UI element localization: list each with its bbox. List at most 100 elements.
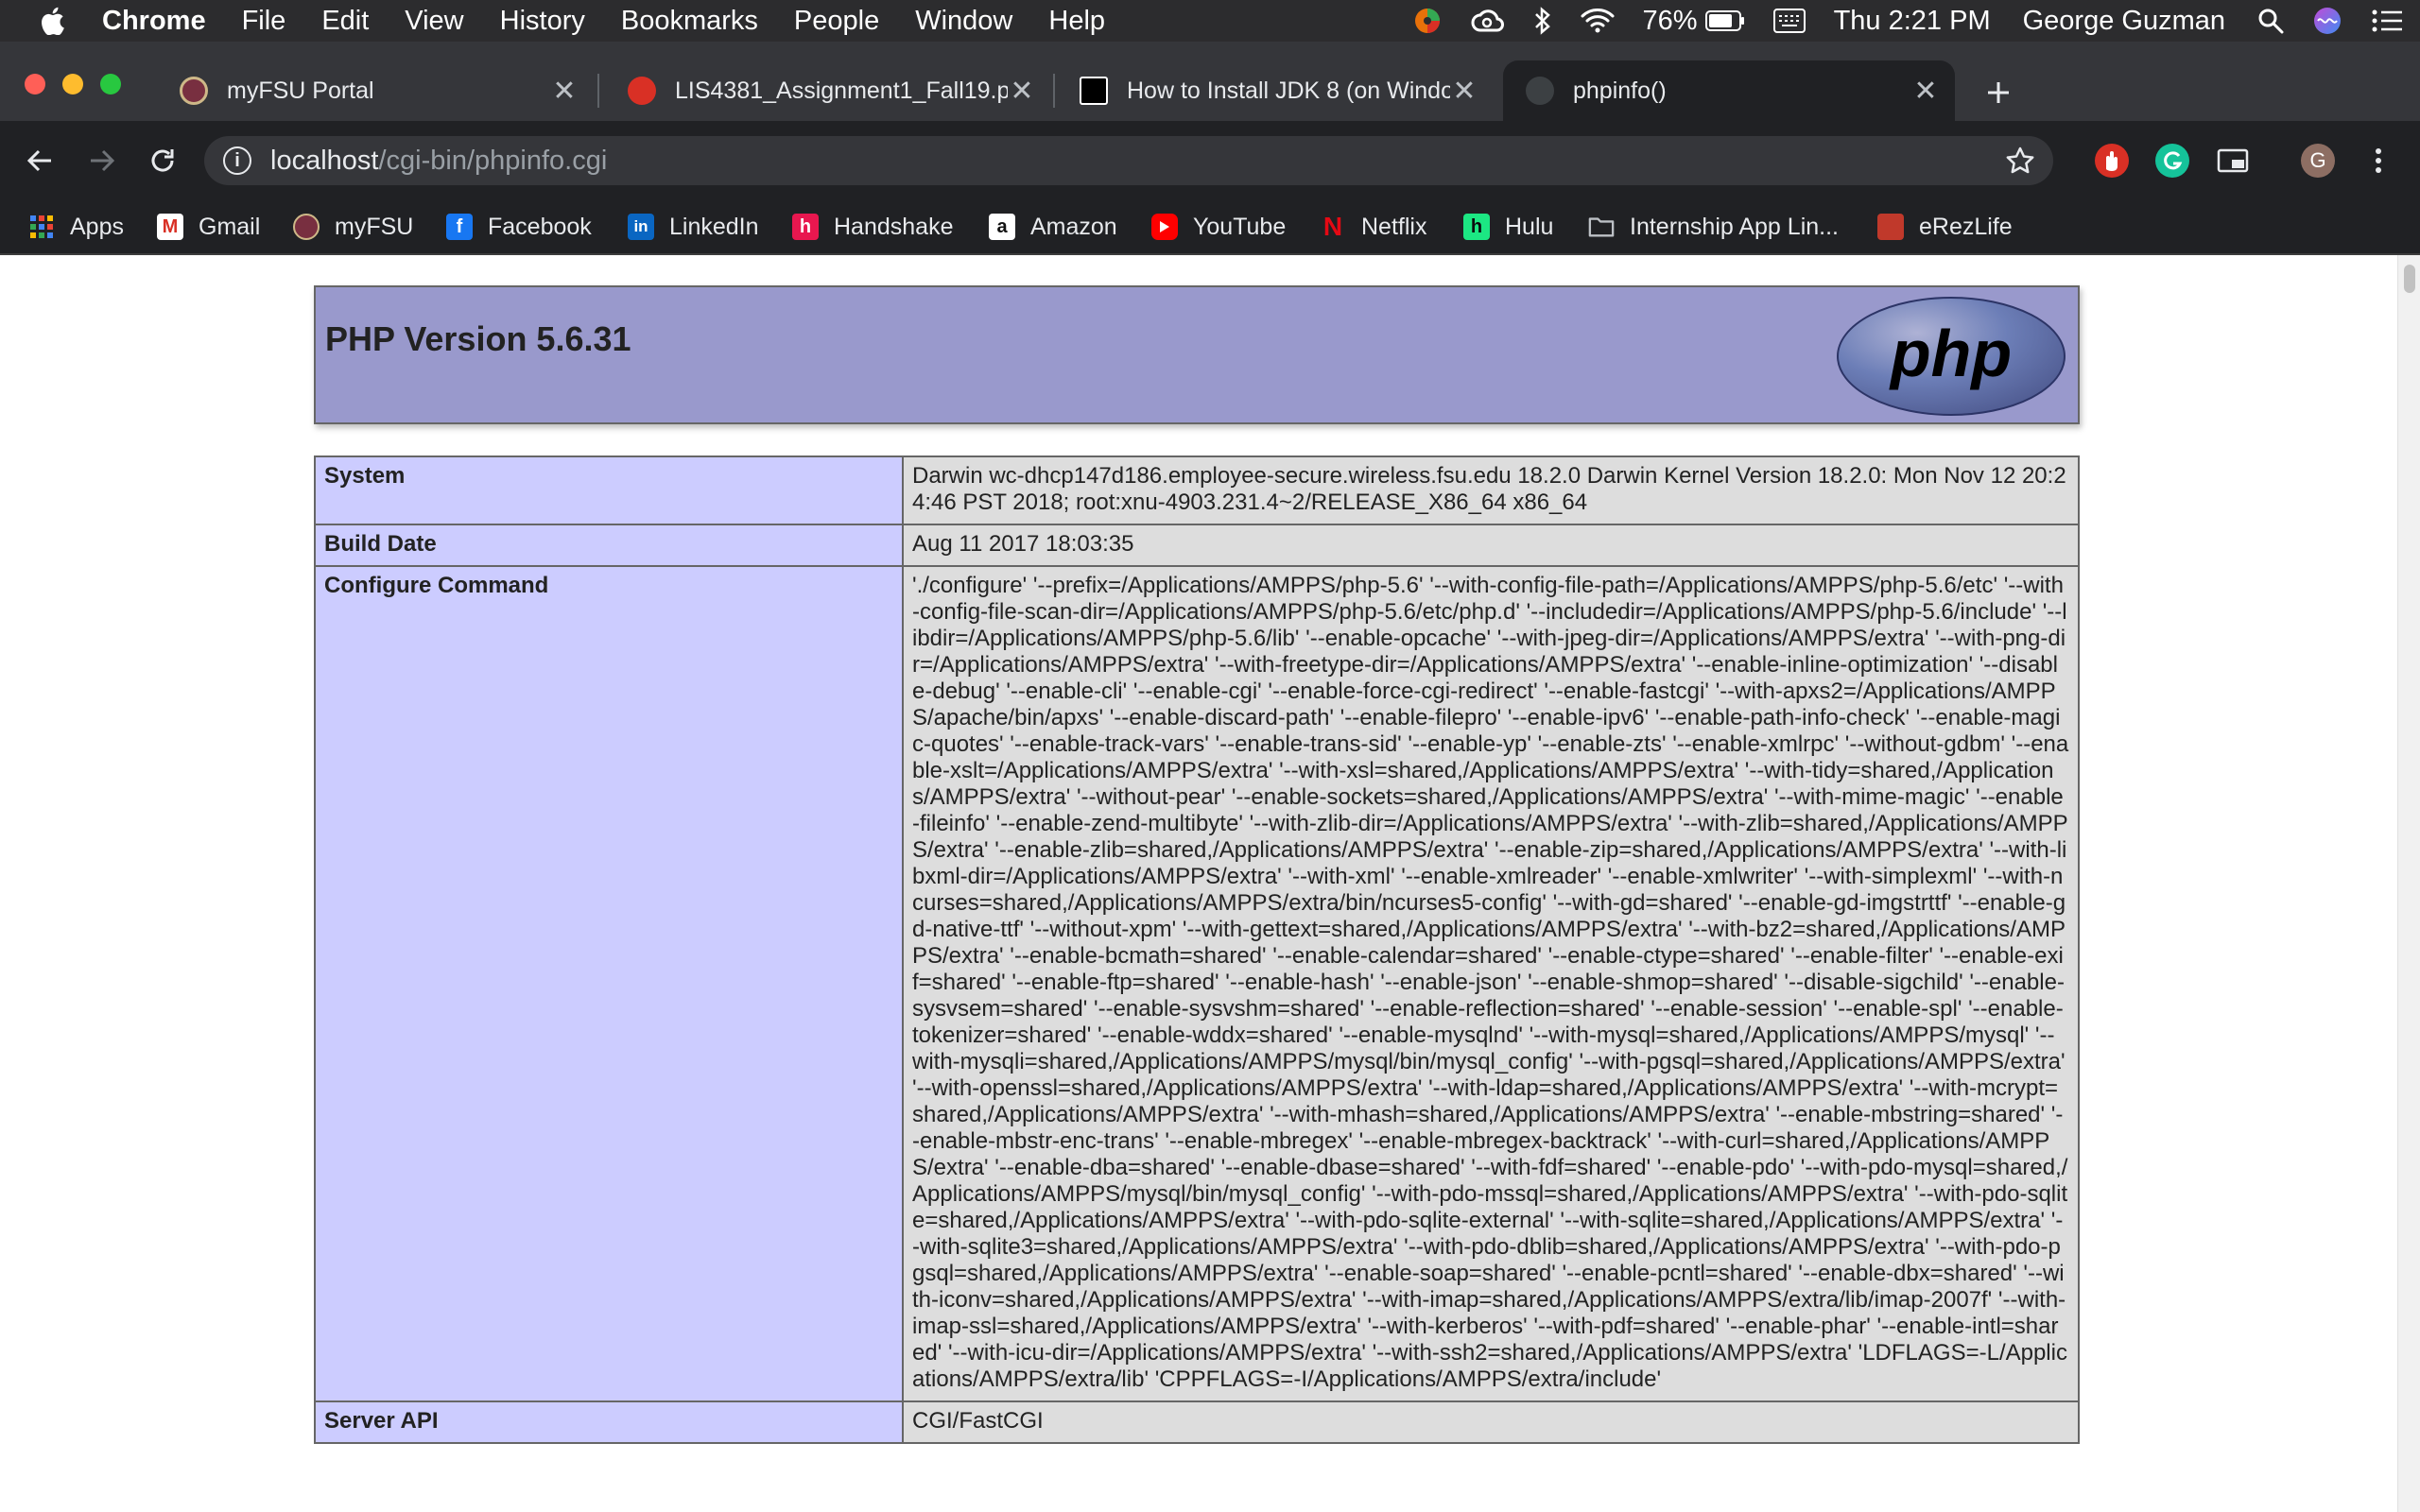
menubar-clock[interactable]: Thu 2:21 PM: [1834, 6, 1991, 37]
amazon-icon: a: [989, 214, 1015, 240]
bookmark-facebook[interactable]: f Facebook: [446, 198, 592, 255]
bookmark-label: YouTube: [1193, 213, 1287, 240]
spotlight-search-icon[interactable]: [2257, 8, 2284, 34]
bookmark-youtube[interactable]: YouTube: [1151, 198, 1286, 255]
menu-window[interactable]: Window: [915, 6, 1012, 37]
tab-title: myFSU Portal: [227, 77, 374, 104]
tab-close-icon[interactable]: ✕: [550, 76, 579, 107]
phpinfo-favicon: [1526, 77, 1554, 105]
bluetooth-icon[interactable]: [1533, 7, 1552, 35]
extension-adblock-icon[interactable]: [2095, 144, 2129, 178]
window-minimize-button[interactable]: [62, 74, 83, 94]
bookmark-label: Internship App Lin...: [1630, 213, 1839, 240]
terminal-favicon: [1080, 77, 1108, 105]
tab-title: LIS4381_Assignment1_Fall19.pdf: [675, 77, 1008, 104]
menu-help[interactable]: Help: [1048, 6, 1105, 37]
bookmark-myfsu[interactable]: myFSU: [293, 198, 413, 255]
handshake-icon: h: [792, 214, 819, 240]
tab-assignment-pdf[interactable]: LIS4381_Assignment1_Fall19.pdf ✕: [605, 60, 1051, 121]
bookmark-label: Gmail: [199, 213, 261, 240]
profile-avatar[interactable]: G: [2301, 144, 2335, 178]
window-close-button[interactable]: [25, 74, 45, 94]
php-info-table: System Darwin wc-dhcp147d186.employee-se…: [314, 455, 2080, 1444]
tab-close-icon[interactable]: ✕: [1008, 76, 1036, 107]
bookmark-label: Netflix: [1361, 213, 1427, 240]
bookmark-label: Apps: [70, 213, 124, 240]
battery-percent: 76%: [1642, 5, 1698, 36]
bookmark-star-icon[interactable]: [2004, 145, 2036, 177]
url-path: /cgi-bin/phpinfo.cgi: [378, 145, 608, 176]
siri-icon[interactable]: [2312, 6, 2342, 36]
pdf-favicon: [628, 77, 656, 105]
php-logo-text: php: [1889, 317, 2012, 390]
bookmark-netflix[interactable]: N Netflix: [1320, 198, 1427, 255]
row-value: './configure' '--prefix=/Applications/AM…: [902, 565, 2080, 1402]
chrome-menu-icon[interactable]: [2358, 140, 2399, 181]
macos-menu-bar: Chrome File Edit View History Bookmarks …: [0, 0, 2420, 42]
tab-close-icon[interactable]: ✕: [1450, 76, 1478, 107]
row-value: Darwin wc-dhcp147d186.employee-secure.wi…: [902, 455, 2080, 525]
back-button[interactable]: [19, 140, 60, 181]
tab-title: phpinfo(): [1573, 77, 1667, 104]
address-bar[interactable]: i localhost/cgi-bin/phpinfo.cgi: [204, 136, 2053, 185]
bookmark-label: Facebook: [488, 213, 592, 240]
bookmark-linkedin[interactable]: in LinkedIn: [628, 198, 759, 255]
youtube-icon: [1151, 214, 1178, 240]
extension-grammarly-icon[interactable]: [2155, 144, 2189, 178]
row-key: Configure Command: [314, 565, 904, 1402]
wifi-icon[interactable]: [1581, 8, 1615, 34]
new-tab-button[interactable]: [1978, 72, 2019, 113]
menu-history[interactable]: History: [500, 6, 585, 37]
battery-icon[interactable]: [1704, 10, 1745, 31]
page-viewport: PHP Version 5.6.31 php System Darwin wc-…: [0, 255, 2397, 1512]
menu-people[interactable]: People: [794, 6, 879, 37]
php-version-header: PHP Version 5.6.31 php: [314, 285, 2080, 424]
table-row: Build Date Aug 11 2017 18:03:35: [314, 524, 2080, 567]
tab-phpinfo[interactable]: phpinfo() ✕: [1503, 60, 1955, 121]
bookmark-erezlife[interactable]: eRezLife: [1877, 198, 2013, 255]
bookmark-apps[interactable]: Apps: [28, 198, 124, 255]
site-info-icon[interactable]: i: [223, 146, 251, 175]
tab-close-icon[interactable]: ✕: [1911, 76, 1940, 107]
apple-menu-icon[interactable]: [40, 7, 64, 35]
bookmark-label: Amazon: [1030, 213, 1117, 240]
bookmark-label: Hulu: [1505, 213, 1554, 240]
menu-app-name[interactable]: Chrome: [102, 6, 206, 37]
scrollbar-thumb[interactable]: [2404, 265, 2415, 293]
myfsu-favicon: [180, 77, 208, 105]
menu-file[interactable]: File: [242, 6, 286, 37]
myfsu-icon: [293, 214, 320, 240]
row-key: Server API: [314, 1400, 904, 1444]
window-zoom-button[interactable]: [100, 74, 121, 94]
gmail-icon: M: [157, 214, 183, 240]
linkedin-icon: in: [628, 214, 654, 240]
bookmark-hulu[interactable]: h Hulu: [1463, 198, 1553, 255]
table-row: Server API CGI/FastCGI: [314, 1400, 2080, 1444]
apps-grid-icon: [28, 214, 55, 240]
tab-install-jdk[interactable]: How to Install JDK 8 (on Windows) ✕: [1057, 60, 1494, 121]
pinwheel-status-icon[interactable]: [1412, 6, 1443, 36]
keyboard-input-icon[interactable]: [1772, 9, 1806, 33]
menu-bookmarks[interactable]: Bookmarks: [621, 6, 758, 37]
facebook-icon: f: [446, 214, 473, 240]
reload-button[interactable]: [142, 140, 183, 181]
bookmark-amazon[interactable]: a Amazon: [989, 198, 1117, 255]
bookmark-folder-internship[interactable]: Internship App Lin...: [1588, 198, 1839, 255]
notification-center-icon[interactable]: [2371, 9, 2403, 33]
bookmark-label: Handshake: [834, 213, 954, 240]
menu-view[interactable]: View: [405, 6, 463, 37]
menubar-user-name[interactable]: George Guzman: [2023, 6, 2225, 37]
bookmark-handshake[interactable]: h Handshake: [792, 198, 953, 255]
menu-edit[interactable]: Edit: [321, 6, 369, 37]
url-text[interactable]: localhost/cgi-bin/phpinfo.cgi: [270, 146, 607, 177]
page-scrollbar[interactable]: [2397, 255, 2420, 1512]
hulu-icon: h: [1463, 214, 1490, 240]
tab-myfsu-portal[interactable]: myFSU Portal ✕: [157, 60, 594, 121]
bookmark-label: myFSU: [335, 213, 414, 240]
forward-button[interactable]: [81, 140, 123, 181]
bookmark-gmail[interactable]: M Gmail: [157, 198, 260, 255]
bookmark-label: eRezLife: [1919, 213, 2013, 240]
php-logo-icon[interactable]: php: [1834, 295, 2068, 418]
picture-in-picture-icon[interactable]: [2216, 144, 2250, 178]
creative-cloud-icon[interactable]: [1471, 8, 1505, 34]
